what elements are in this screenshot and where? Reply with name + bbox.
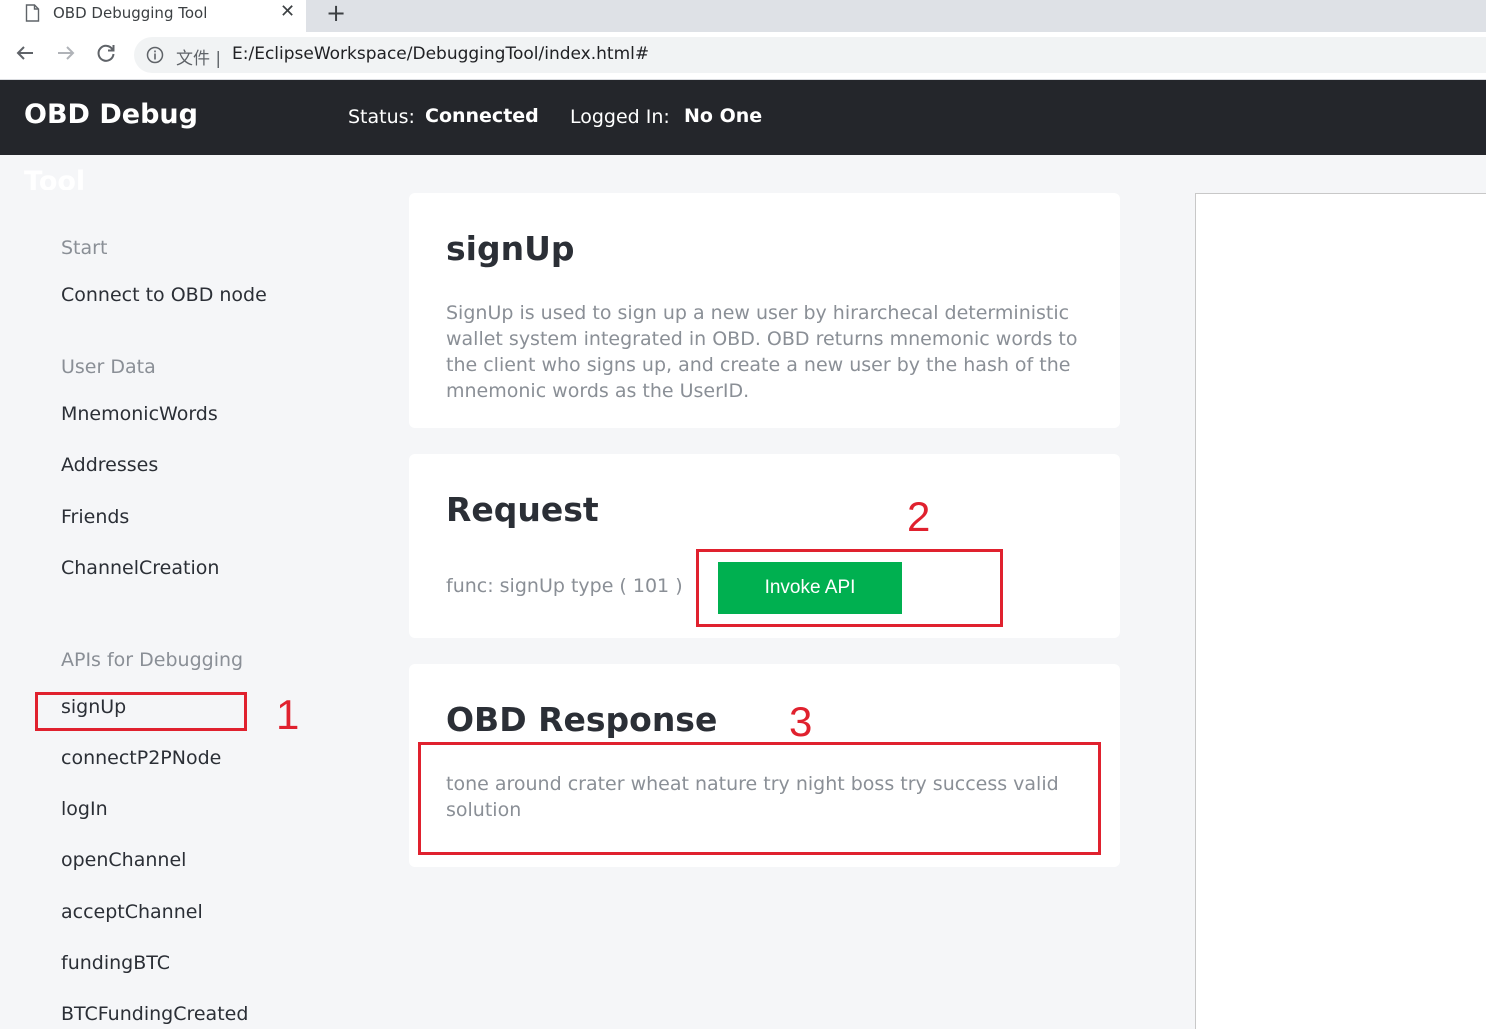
app-brand: OBD Debug [24,99,198,130]
right-panel [1195,193,1486,1029]
sidebar-item-accept-channel[interactable]: acceptChannel [61,901,203,923]
browser-toolbar: 文件 | E:/EclipseWorkspace/DebuggingTool/i… [0,32,1486,80]
sidebar: Start Connect to OBD node User Data Mnem… [0,155,390,1028]
url-text[interactable]: E:/EclipseWorkspace/DebuggingTool/index.… [232,44,649,64]
sidebar-item-funding-btc[interactable]: fundingBTC [61,952,170,974]
document-icon [25,4,40,22]
close-tab-icon[interactable]: ✕ [280,2,295,22]
annotation-number-1: 1 [276,691,300,738]
annotation-box-1 [35,692,247,731]
sidebar-item-btc-funding-created[interactable]: BTCFundingCreated [61,1003,248,1025]
annotation-box-2 [696,549,1003,627]
sidebar-item-open-channel[interactable]: openChannel [61,849,186,871]
sidebar-item-connect-p2p-node[interactable]: connectP2PNode [61,747,221,769]
sidebar-item-login[interactable]: logIn [61,798,108,820]
annotation-number-2: 2 [907,493,931,540]
response-title: OBD Response [446,700,718,739]
reload-icon[interactable] [94,41,118,65]
api-info-card: signUp SignUp is used to sign up a new u… [409,193,1120,428]
sidebar-item-mnemonic-words[interactable]: MnemonicWords [61,403,218,425]
sidebar-item-friends[interactable]: Friends [61,506,129,528]
browser-tab[interactable]: OBD Debugging Tool ✕ [0,0,306,32]
sidebar-heading-apis: APIs for Debugging [61,649,244,671]
request-func-text: func: signUp type ( 101 ) [446,575,683,597]
sidebar-item-connect-obd-node[interactable]: Connect to OBD node [61,284,267,306]
sidebar-heading-start: Start [61,237,108,259]
login-value: No One [684,105,763,127]
url-scheme-label: 文件 | [176,49,222,69]
status-value: Connected [425,105,539,127]
info-icon[interactable] [146,46,164,64]
forward-arrow-icon[interactable] [54,41,78,65]
status-label: Status: [348,106,415,128]
annotation-number-3: 3 [789,698,813,745]
sidebar-item-addresses[interactable]: Addresses [61,454,158,476]
new-tab-icon[interactable]: + [326,0,346,26]
request-title: Request [446,490,599,529]
api-description: SignUp is used to sign up a new user by … [446,302,1078,402]
tab-title: OBD Debugging Tool [53,4,208,22]
annotation-box-3 [418,742,1101,855]
browser-tabstrip: OBD Debugging Tool ✕ + [0,0,1486,32]
back-arrow-icon[interactable] [13,41,37,65]
login-label: Logged In: [570,106,670,128]
sidebar-heading-user-data: User Data [61,356,156,378]
sidebar-item-channel-creation[interactable]: ChannelCreation [61,557,219,579]
api-title: signUp [446,229,575,268]
app-header: OBD Debug Status: Connected Logged In: N… [0,80,1486,155]
address-bar[interactable]: 文件 | E:/EclipseWorkspace/DebuggingTool/i… [134,37,1486,73]
